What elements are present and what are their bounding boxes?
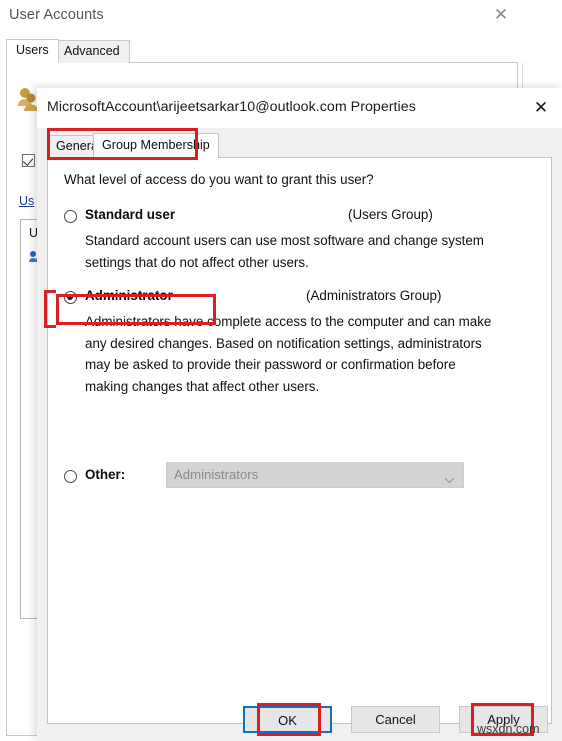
properties-dialog-body: General Group Membership What level of a… — [37, 128, 562, 741]
tab-advanced[interactable]: Advanced — [54, 40, 130, 63]
other-group-dropdown[interactable]: Administrators — [166, 462, 464, 488]
radio-standard-user[interactable] — [64, 210, 77, 223]
option-standard-user-group: (Users Group) — [348, 207, 433, 222]
option-administrator-description: Administrators have complete access to t… — [85, 314, 492, 394]
ok-button[interactable]: OK — [243, 706, 332, 733]
users-link[interactable]: Us — [19, 194, 34, 208]
option-standard-user-label: Standard user — [85, 207, 176, 222]
other-group-dropdown-value: Administrators — [174, 467, 259, 482]
require-password-checkbox[interactable] — [22, 154, 35, 167]
tab-group-membership[interactable]: Group Membership — [93, 133, 219, 158]
user-accounts-tabstrip: Users Advanced — [0, 31, 523, 63]
chevron-down-icon — [444, 471, 455, 484]
tab-users[interactable]: Users — [6, 39, 59, 63]
option-standard-user-description: Standard account users can use most soft… — [85, 233, 484, 270]
properties-tabstrip: General Group Membership — [47, 132, 552, 158]
access-level-question: What level of access do you want to gran… — [64, 172, 374, 187]
option-other-label: Other: — [85, 467, 126, 482]
properties-dialog: MicrosoftAccount\arijeetsarkar10@outlook… — [37, 88, 562, 741]
cancel-button[interactable]: Cancel — [351, 706, 440, 733]
properties-dialog-title: MicrosoftAccount\arijeetsarkar10@outlook… — [47, 99, 416, 115]
option-administrator-label: Administrator — [85, 288, 173, 303]
user-accounts-titlebar: User Accounts ✕ — [0, 0, 523, 31]
radio-administrator[interactable] — [64, 291, 77, 304]
screenshot-root: User Accounts ✕ Users Advanced Us U Micr… — [0, 0, 562, 741]
group-membership-page: What level of access do you want to gran… — [47, 157, 552, 724]
user-accounts-title: User Accounts — [9, 7, 104, 23]
option-administrator-group: (Administrators Group) — [306, 288, 442, 303]
close-icon[interactable]: ✕ — [490, 4, 512, 26]
watermark: wsxdn.com — [477, 722, 540, 736]
close-icon[interactable]: ✕ — [529, 97, 553, 119]
properties-dialog-titlebar: MicrosoftAccount\arijeetsarkar10@outlook… — [37, 88, 562, 128]
radio-other[interactable] — [64, 470, 77, 483]
annotation-edge-fragment — [44, 290, 56, 328]
